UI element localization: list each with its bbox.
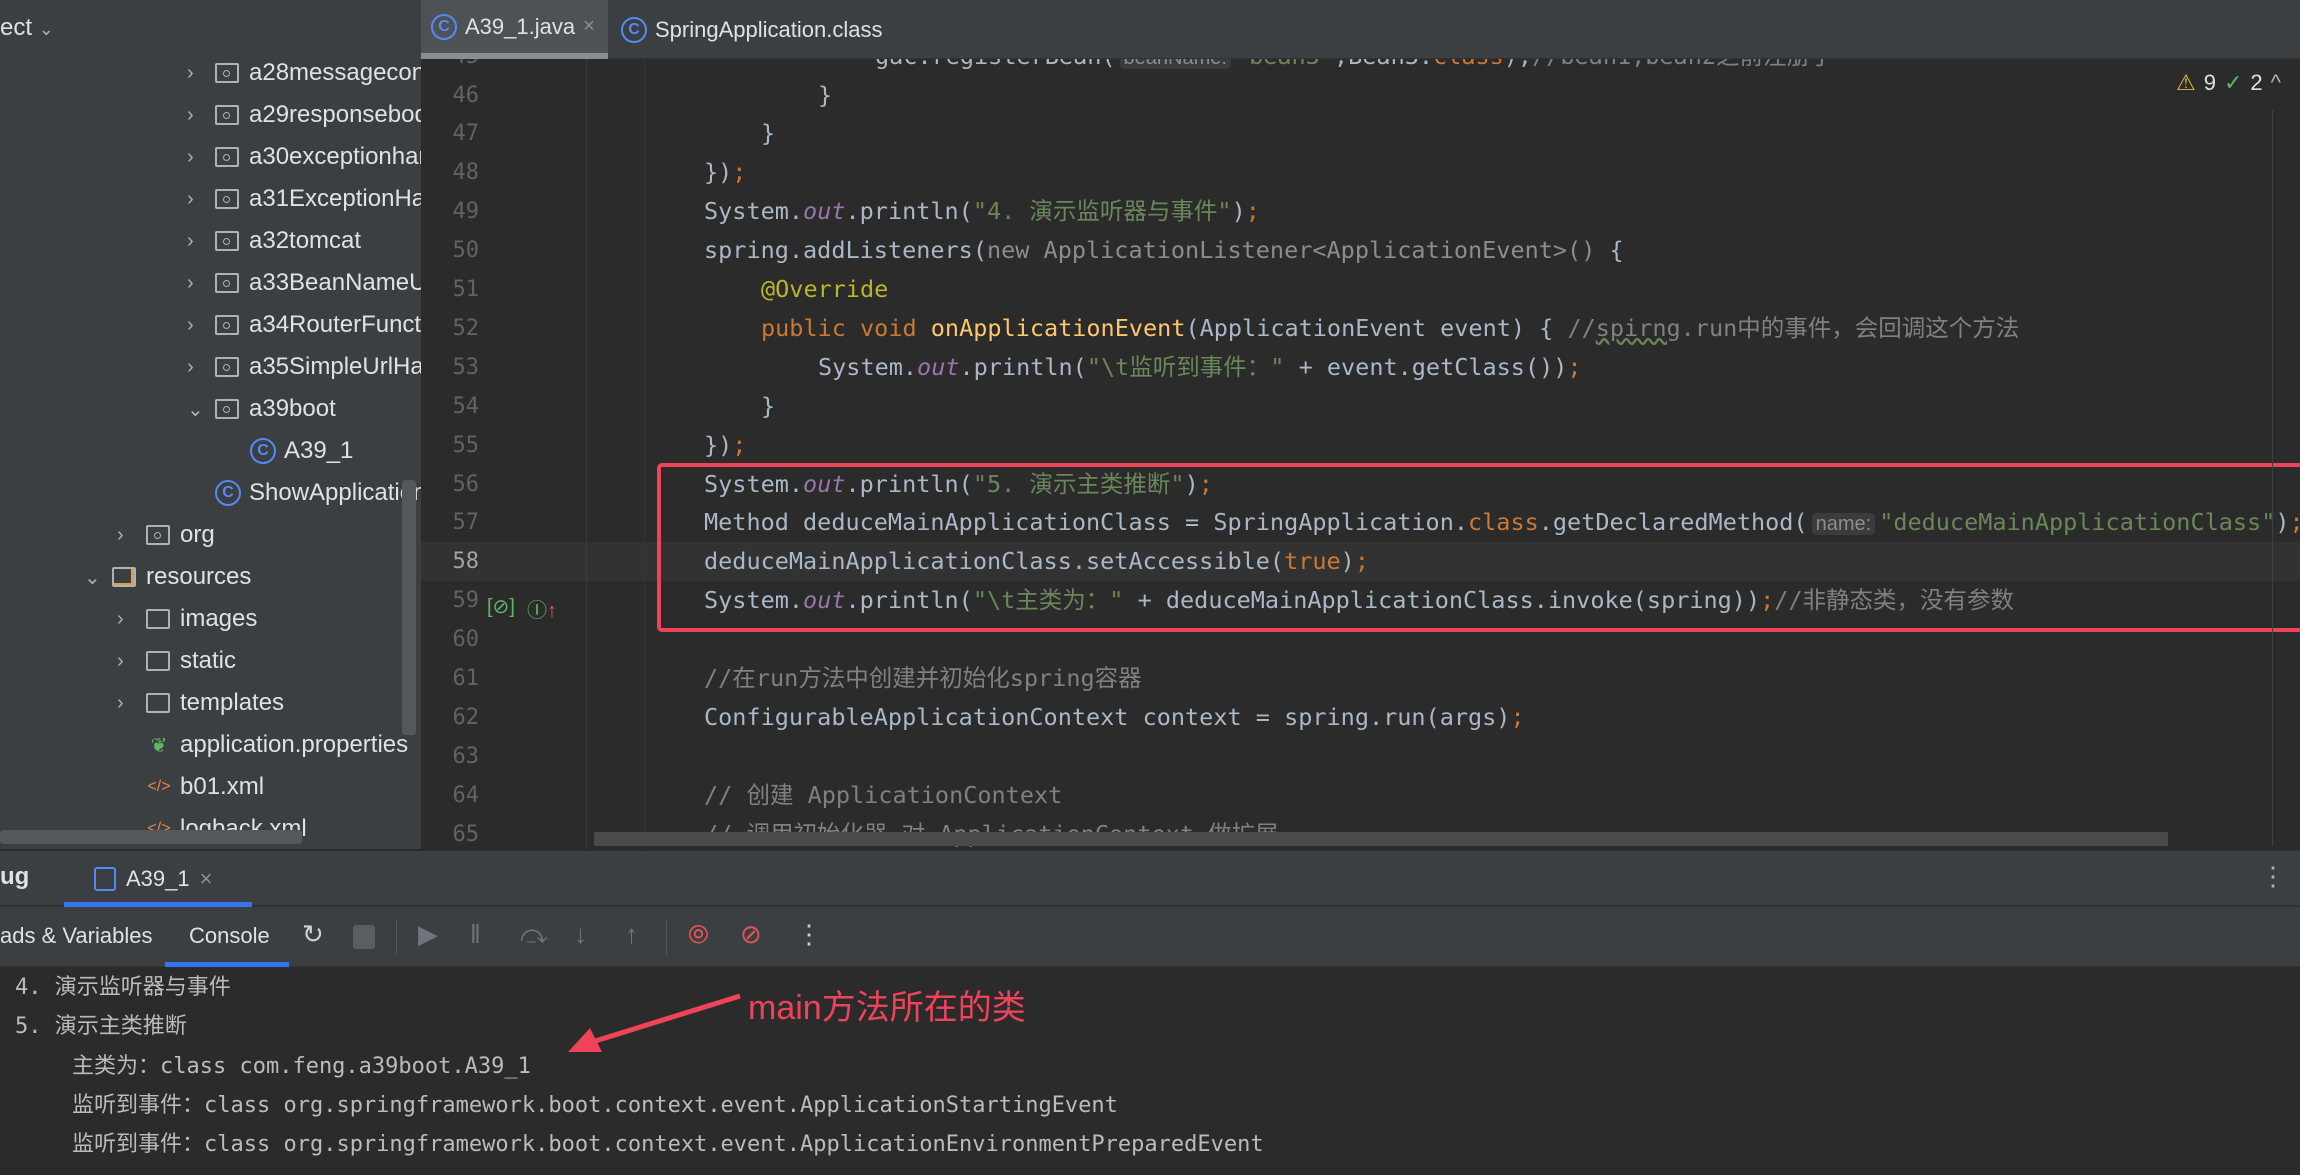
annotation-arrow (568, 993, 741, 1052)
arrow-shaft (591, 993, 741, 1045)
